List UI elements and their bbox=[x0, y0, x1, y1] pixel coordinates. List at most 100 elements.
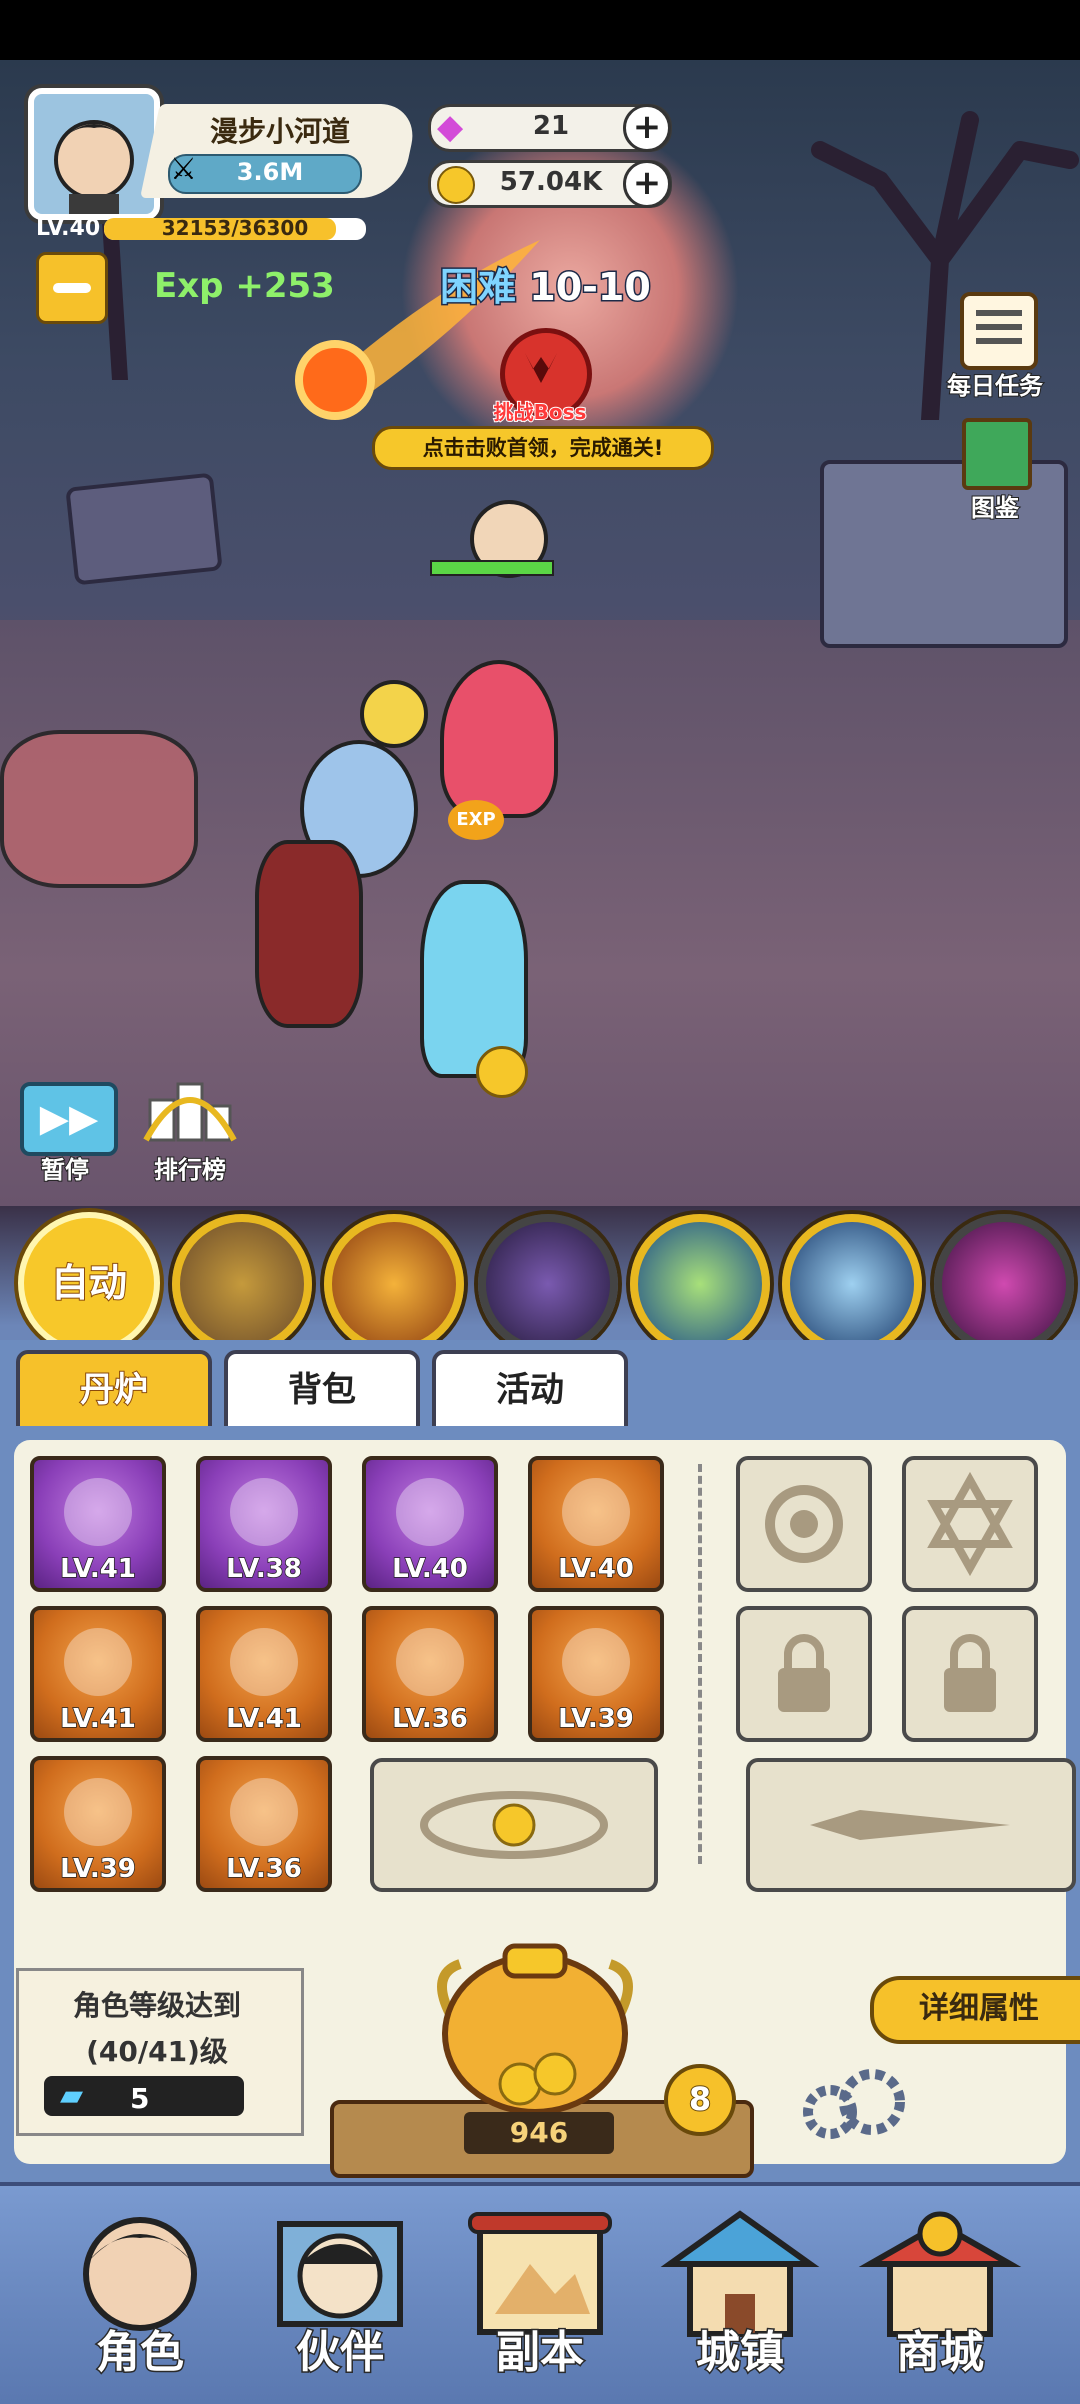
coin-drop-icon[interactable] bbox=[476, 1046, 528, 1098]
furnace-coin-count: 946 bbox=[464, 2112, 614, 2154]
skill-spiral-icon[interactable] bbox=[934, 1214, 1074, 1354]
alchemy-furnace-icon[interactable] bbox=[410, 1934, 660, 2124]
equipment-slot[interactable]: LV.36 bbox=[196, 1756, 332, 1892]
auto-battle-button[interactable]: 自动 bbox=[18, 1212, 160, 1354]
rock bbox=[65, 472, 223, 586]
tab-backpack[interactable]: 背包 bbox=[224, 1350, 420, 1430]
nav-label: 副本 bbox=[495, 2326, 586, 2380]
equipment-slot[interactable]: LV.41 bbox=[30, 1606, 166, 1742]
bracelet-icon bbox=[64, 1778, 132, 1846]
equipment-level: LV.40 bbox=[557, 1553, 634, 1585]
gem-counter: ◆ 21 + bbox=[428, 104, 672, 152]
player-level: LV.40 bbox=[36, 216, 101, 241]
boss-challenge-label: 挑战Boss bbox=[493, 399, 588, 425]
equipment-level: LV.38 bbox=[225, 1553, 302, 1585]
equipment-slot[interactable]: LV.36 bbox=[362, 1606, 498, 1742]
flower-sprite bbox=[360, 680, 428, 748]
ranking-trophy-icon[interactable] bbox=[140, 1070, 240, 1150]
equipment-slot[interactable]: LV.39 bbox=[528, 1606, 664, 1742]
gourd-icon bbox=[562, 1628, 630, 1696]
add-coins-button[interactable]: + bbox=[623, 160, 671, 208]
furnace-level-badge: 8 bbox=[664, 2064, 736, 2136]
equipment-level: LV.41 bbox=[59, 1703, 136, 1735]
codex-label[interactable]: 图鉴 bbox=[930, 488, 1060, 523]
wolf-beast-enemy[interactable] bbox=[0, 730, 198, 888]
tab-activity[interactable]: 活动 bbox=[432, 1350, 628, 1430]
locked-slot[interactable] bbox=[902, 1606, 1038, 1742]
coin-rune-slot[interactable] bbox=[370, 1758, 658, 1892]
codex-book-icon[interactable] bbox=[962, 418, 1032, 490]
skill-comet-icon[interactable] bbox=[630, 1214, 770, 1354]
nav-shop[interactable]: 商城 bbox=[840, 2194, 1040, 2394]
equipment-level: LV.41 bbox=[225, 1703, 302, 1735]
pouch-icon bbox=[396, 1628, 464, 1696]
requirement-line-1: 角色等级达到 bbox=[72, 1989, 241, 2022]
stage-number: 10-10 bbox=[528, 264, 653, 311]
emblem-slot[interactable] bbox=[736, 1456, 872, 1592]
pause-label[interactable]: 暂停 bbox=[20, 1150, 110, 1185]
equipment-slot[interactable]: LV.39 bbox=[30, 1756, 166, 1892]
player-name: 漫步小河道 bbox=[209, 115, 350, 148]
warrior-ally bbox=[255, 840, 363, 1028]
exp-orb-icon: EXP bbox=[448, 800, 504, 840]
equipment-slot[interactable]: LV.40 bbox=[528, 1456, 664, 1592]
boss-hint-banner[interactable]: 点击击败首领，完成通关! bbox=[372, 426, 714, 470]
enemy-hp-bar bbox=[430, 560, 554, 576]
equipment-level: LV.39 bbox=[59, 1853, 136, 1885]
exp-gain-text: Exp +253 bbox=[154, 266, 335, 306]
daily-tasks-icon[interactable] bbox=[960, 292, 1038, 370]
panel-divider bbox=[698, 1464, 702, 1864]
fan-icon bbox=[64, 1628, 132, 1696]
coin-count: 57.04K bbox=[499, 167, 603, 197]
sword-icon bbox=[64, 1478, 132, 1546]
detailed-attributes-button[interactable]: 详细属性 bbox=[870, 1976, 1080, 2044]
skill-beast-icon[interactable] bbox=[172, 1214, 312, 1354]
nav-partner[interactable]: 伙伴 bbox=[240, 2194, 440, 2394]
weapon-slot[interactable] bbox=[746, 1758, 1076, 1892]
pause-button[interactable]: ▶▶ bbox=[20, 1082, 118, 1156]
equipment-slot[interactable]: LV.41 bbox=[30, 1456, 166, 1592]
gem-icon: ◆ bbox=[437, 107, 464, 147]
nav-label: 角色 bbox=[95, 2326, 186, 2380]
equipment-slot[interactable]: LV.38 bbox=[196, 1456, 332, 1592]
equipment-level: LV.39 bbox=[557, 1703, 634, 1735]
avatar-portrait bbox=[54, 120, 134, 214]
nav-label: 伙伴 bbox=[295, 2326, 386, 2380]
lock-icon bbox=[778, 1634, 830, 1712]
skill-warrior-icon[interactable] bbox=[324, 1214, 464, 1354]
armor-icon bbox=[396, 1478, 464, 1546]
add-gems-button[interactable]: + bbox=[623, 104, 671, 152]
equipment-level: LV.41 bbox=[59, 1553, 136, 1585]
sword-icon: ⚔ bbox=[170, 152, 197, 187]
locked-slot[interactable] bbox=[736, 1606, 872, 1742]
skill-vortex-icon[interactable] bbox=[478, 1214, 618, 1354]
star-emblem-slot[interactable] bbox=[902, 1456, 1038, 1592]
skill-lightning-icon[interactable] bbox=[782, 1214, 922, 1354]
nav-character[interactable]: 角色 bbox=[40, 2194, 240, 2394]
equipment-level: LV.36 bbox=[225, 1853, 302, 1885]
nav-dungeon[interactable]: 副本 bbox=[440, 2194, 640, 2394]
gem-count: 21 bbox=[532, 111, 570, 141]
nav-label: 商城 bbox=[895, 2326, 986, 2380]
pink-creature bbox=[440, 660, 558, 818]
stage-title: 困难 10-10 bbox=[438, 256, 653, 311]
daily-tasks-label[interactable]: 每日任务 bbox=[930, 366, 1060, 401]
coin-counter: 57.04K + bbox=[428, 160, 672, 208]
ticket-count: 5 bbox=[130, 2082, 150, 2115]
exp-progress: 32153/36300 bbox=[161, 216, 309, 240]
tab-furnace[interactable]: 丹炉 bbox=[16, 1350, 212, 1430]
avatar[interactable] bbox=[28, 88, 160, 220]
requirement-line-2: (40/41)级 bbox=[86, 2035, 228, 2068]
nav-label: 城镇 bbox=[695, 2326, 786, 2380]
helmet-icon bbox=[230, 1478, 298, 1546]
power-value: 3.6M bbox=[236, 158, 304, 186]
settings-gear-icon[interactable] bbox=[790, 2060, 910, 2150]
ranking-label[interactable]: 排行榜 bbox=[130, 1150, 250, 1185]
lock-icon bbox=[944, 1634, 996, 1712]
menu-toggle-button[interactable] bbox=[36, 252, 108, 324]
equipment-slot[interactable]: LV.40 bbox=[362, 1456, 498, 1592]
ticket-icon: ▰ bbox=[60, 2078, 84, 2113]
equipment-slot[interactable]: LV.41 bbox=[196, 1606, 332, 1742]
difficulty-label: 困难 bbox=[438, 264, 517, 311]
nav-town[interactable]: 城镇 bbox=[640, 2194, 840, 2394]
